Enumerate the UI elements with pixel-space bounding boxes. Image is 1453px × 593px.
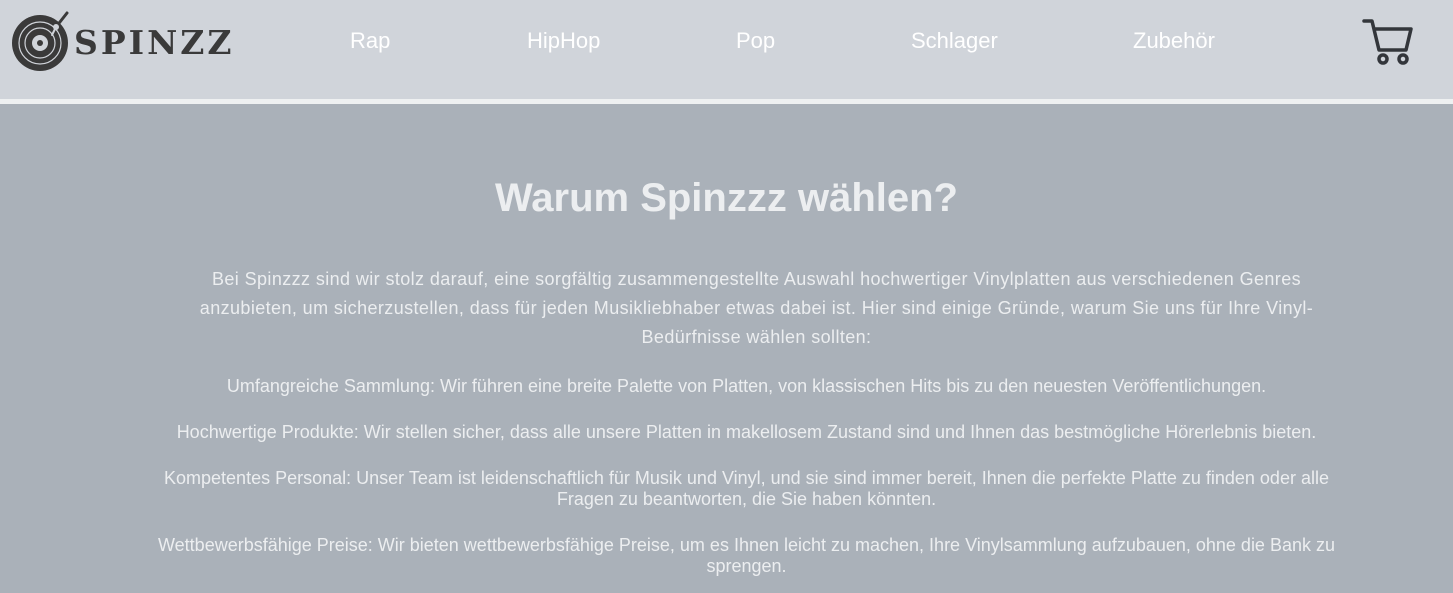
reason-collection: Umfangreiche Sammlung: Wir führen eine b…	[226, 376, 1267, 396]
nav-item-hiphop[interactable]: HipHop	[527, 28, 600, 54]
nav-item-zubehoer[interactable]: Zubehör	[1133, 28, 1215, 54]
site-header: SPINZZ Rap HipHop Pop Schlager Zubehör	[0, 0, 1453, 99]
shopping-cart-icon[interactable]	[1362, 18, 1414, 66]
logo[interactable]: SPINZZ	[12, 10, 234, 72]
header-divider	[0, 99, 1453, 104]
intro-paragraph: Bei Spinzzz sind wir stolz darauf, eine …	[199, 269, 1314, 347]
reason-quality: Hochwertige Produkte: Wir stellen sicher…	[176, 422, 1317, 442]
nav-item-rap[interactable]: Rap	[350, 28, 390, 54]
logo-text: SPINZZ	[74, 22, 235, 62]
reason-staff: Kompetentes Personal: Unser Team ist lei…	[164, 468, 1329, 509]
nav-item-schlager[interactable]: Schlager	[911, 28, 998, 54]
nav-item-pop[interactable]: Pop	[736, 28, 775, 54]
reason-prices: Wettbewerbsfähige Preise: Wir bieten wet…	[158, 535, 1335, 576]
page-title: Warum Spinzzz wählen?	[495, 176, 958, 220]
vinyl-record-icon	[12, 11, 69, 71]
